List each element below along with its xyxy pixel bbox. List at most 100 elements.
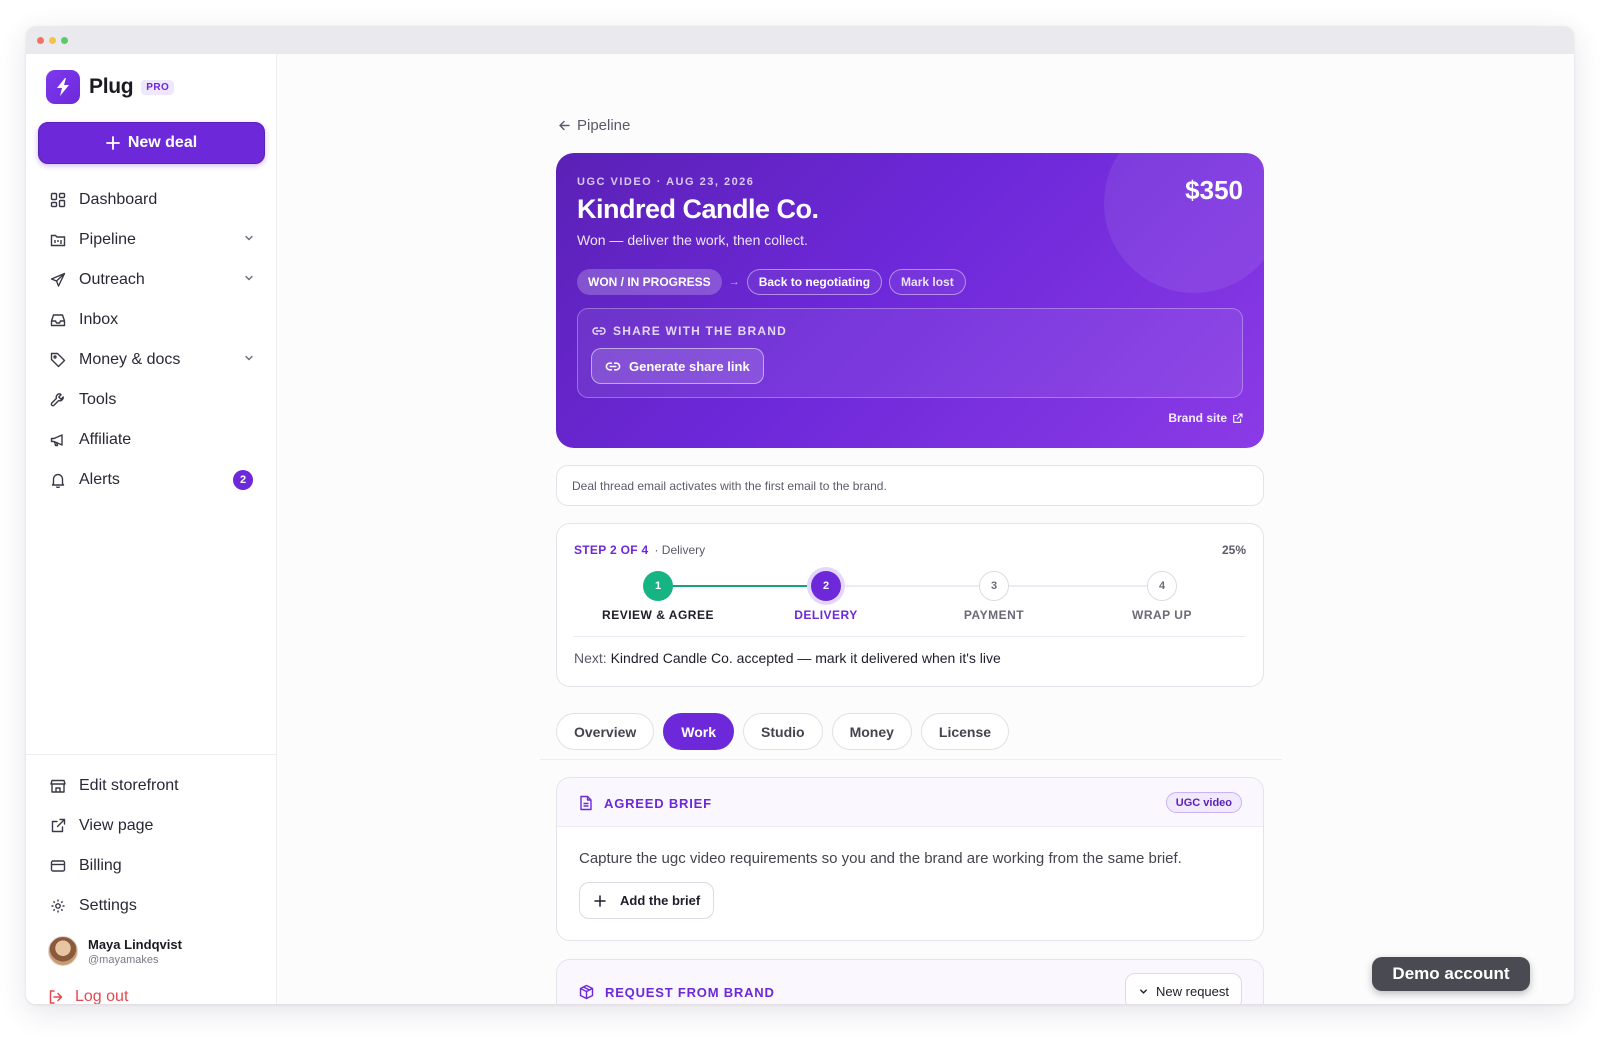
sidebar-item-affiliate[interactable]: Affiliate bbox=[38, 420, 265, 460]
chevron-down-icon[interactable] bbox=[243, 272, 255, 284]
deal-status-row: WON / IN PROGRESS → Back to negotiating … bbox=[577, 269, 966, 295]
app-name: Plug bbox=[89, 75, 134, 98]
generate-share-link-button[interactable]: Generate share link bbox=[591, 348, 764, 384]
step-4-node[interactable]: 4 bbox=[1147, 571, 1177, 601]
alerts-count-badge: 2 bbox=[233, 470, 253, 490]
sidebar-item-edit-storefront[interactable]: Edit storefront bbox=[38, 766, 265, 806]
tab-overview[interactable]: Overview bbox=[556, 713, 655, 750]
sidebar-item-outreach[interactable]: Outreach bbox=[38, 260, 265, 300]
generate-share-link-label: Generate share link bbox=[629, 358, 750, 374]
package-icon bbox=[579, 984, 594, 1000]
step-1-node[interactable]: 1 bbox=[643, 571, 673, 601]
deal-hero-card: UGC VIDEO · AUG 23, 2026 Kindred Candle … bbox=[556, 153, 1264, 448]
progress-track-pending bbox=[994, 585, 1162, 587]
sidebar-item-settings[interactable]: Settings bbox=[38, 886, 265, 926]
deal-tabs: Overview Work Studio Money License bbox=[556, 713, 1010, 750]
content-type-badge: UGC video bbox=[1165, 792, 1242, 813]
new-deal-label: New deal bbox=[127, 134, 198, 151]
brand-site-link[interactable]: Brand site bbox=[1168, 411, 1243, 425]
new-request-button[interactable]: New request bbox=[1125, 973, 1242, 1004]
step-2-node[interactable]: 2 bbox=[811, 571, 841, 601]
sidebar-item-label: View page bbox=[79, 817, 154, 834]
step-2-label: DELIVERY bbox=[794, 608, 858, 622]
main-content: Pipeline UGC VIDEO · AUG 23, 2026 Kindre… bbox=[278, 54, 1574, 1004]
plan-badge: PRO bbox=[141, 79, 175, 95]
sidebar: Plug PRO New deal Dashboard Pipeline Out… bbox=[26, 54, 277, 1004]
bell-icon bbox=[48, 470, 68, 490]
plus-icon bbox=[594, 894, 606, 907]
document-icon bbox=[580, 795, 592, 811]
sidebar-item-tools[interactable]: Tools bbox=[38, 380, 265, 420]
minimize-window-dot[interactable] bbox=[49, 37, 56, 44]
sidebar-item-label: Affiliate bbox=[79, 431, 132, 448]
tag-icon bbox=[48, 350, 68, 370]
sidebar-item-label: Pipeline bbox=[79, 231, 136, 248]
main-nav: Dashboard Pipeline Outreach Inbox Money … bbox=[38, 180, 265, 500]
mark-lost-button[interactable]: Mark lost bbox=[889, 269, 966, 295]
step-3-node[interactable]: 3 bbox=[979, 571, 1009, 601]
external-link-icon bbox=[48, 816, 68, 836]
maximize-window-dot[interactable] bbox=[61, 37, 68, 44]
sidebar-item-inbox[interactable]: Inbox bbox=[38, 300, 265, 340]
deal-thread-notice: Deal thread email activates with the fir… bbox=[556, 465, 1264, 506]
sidebar-item-billing[interactable]: Billing bbox=[38, 846, 265, 886]
new-deal-button[interactable]: New deal bbox=[38, 122, 265, 164]
brand[interactable]: Plug PRO bbox=[46, 70, 175, 104]
step-count: STEP 2 OF 4 bbox=[574, 543, 649, 557]
close-window-dot[interactable] bbox=[37, 37, 44, 44]
add-brief-label: Add the brief bbox=[620, 893, 701, 908]
plus-icon bbox=[105, 136, 120, 150]
sidebar-item-view-page[interactable]: View page bbox=[38, 806, 265, 846]
next-label: Next: bbox=[574, 650, 607, 666]
back-to-pipeline-link[interactable]: Pipeline bbox=[558, 117, 630, 134]
tab-studio[interactable]: Studio bbox=[743, 713, 823, 750]
link-icon bbox=[592, 327, 606, 335]
deal-amount: $350 bbox=[1185, 175, 1243, 205]
card-header: AGREED BRIEF UGC video bbox=[557, 778, 1263, 827]
divider bbox=[574, 636, 1246, 637]
megaphone-icon bbox=[48, 430, 68, 450]
add-brief-button[interactable]: Add the brief bbox=[579, 882, 715, 919]
sidebar-item-pipeline[interactable]: Pipeline bbox=[38, 220, 265, 260]
share-label-text: SHARE WITH THE BRAND bbox=[613, 324, 787, 338]
step-4-label: WRAP UP bbox=[1132, 608, 1192, 622]
request-from-brand-card: REQUEST FROM BRAND New request bbox=[556, 959, 1264, 1004]
link-icon bbox=[605, 361, 621, 371]
back-to-negotiating-button[interactable]: Back to negotiating bbox=[746, 269, 883, 295]
request-title: REQUEST FROM BRAND bbox=[579, 984, 775, 1000]
user-profile[interactable]: Maya Lindqvist @mayamakes bbox=[48, 936, 182, 966]
sidebar-item-label: Alerts bbox=[79, 471, 120, 488]
external-link-icon bbox=[1233, 412, 1243, 423]
sidebar-item-label: Outreach bbox=[79, 271, 145, 288]
window-titlebar bbox=[26, 26, 1574, 54]
user-handle: @mayamakes bbox=[88, 953, 159, 966]
send-icon bbox=[48, 270, 68, 290]
card-title-text: AGREED BRIEF bbox=[604, 795, 712, 811]
agreed-brief-card: AGREED BRIEF UGC video Capture the ugc v… bbox=[556, 777, 1264, 941]
chevron-down-icon[interactable] bbox=[243, 352, 255, 364]
logout-button[interactable]: Log out bbox=[48, 988, 128, 1004]
tab-license[interactable]: License bbox=[920, 713, 1010, 750]
card-icon bbox=[48, 856, 68, 876]
card-title-text: REQUEST FROM BRAND bbox=[605, 984, 775, 1000]
step-phase: · Delivery bbox=[654, 543, 706, 557]
sidebar-item-dashboard[interactable]: Dashboard bbox=[38, 180, 265, 220]
sidebar-item-alerts[interactable]: Alerts 2 bbox=[38, 460, 265, 500]
back-link-label: Pipeline bbox=[577, 117, 631, 134]
sidebar-item-label: Tools bbox=[79, 391, 117, 408]
sidebar-item-money-docs[interactable]: Money & docs bbox=[38, 340, 265, 380]
chevron-down-icon[interactable] bbox=[243, 232, 255, 244]
secondary-nav: Edit storefront View page Billing Settin… bbox=[38, 766, 265, 926]
wrench-icon bbox=[48, 390, 68, 410]
deal-progress-card: STEP 2 OF 4 · Delivery 25% 1 2 3 4 REVIEW… bbox=[556, 523, 1264, 687]
store-icon bbox=[48, 776, 68, 796]
brand-site-label: Brand site bbox=[1168, 411, 1227, 425]
step-indicator: STEP 2 OF 4 · Delivery bbox=[574, 543, 705, 557]
tab-money[interactable]: Money bbox=[831, 713, 912, 750]
progress-percent: 25% bbox=[1221, 543, 1246, 557]
tab-work[interactable]: Work bbox=[663, 713, 735, 750]
next-action: Next: Kindred Candle Co. accepted — mark… bbox=[574, 650, 1001, 666]
board-icon bbox=[48, 230, 68, 250]
app-window: Plug PRO New deal Dashboard Pipeline Out… bbox=[26, 26, 1574, 1004]
demo-account-badge: Demo account bbox=[1372, 957, 1530, 991]
